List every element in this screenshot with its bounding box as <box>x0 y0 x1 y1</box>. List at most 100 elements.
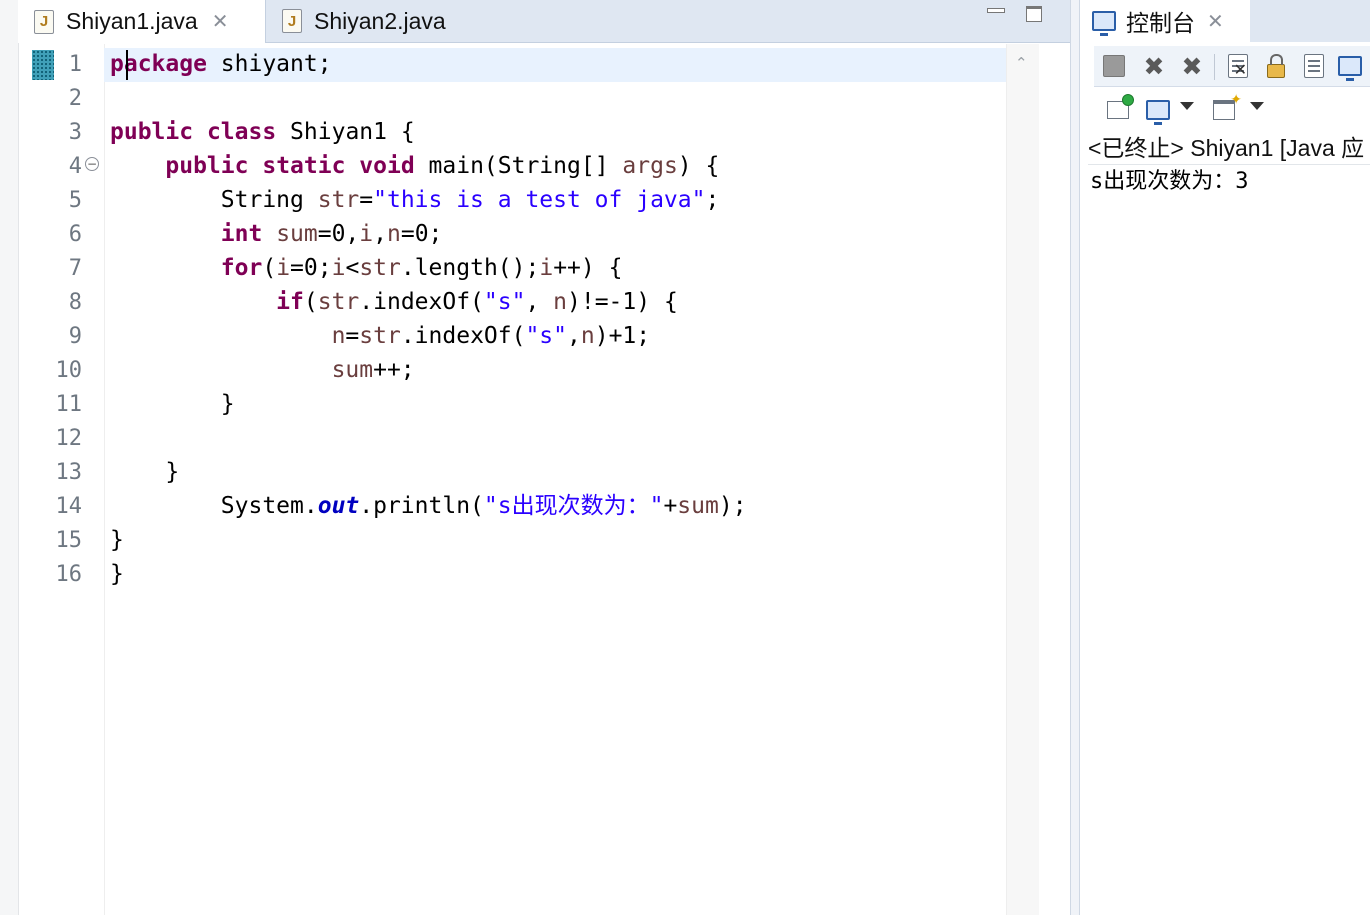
tab-label: Shiyan1.java <box>66 8 198 34</box>
code-token: = <box>359 187 374 213</box>
code-token: shiyant; <box>206 51 332 77</box>
code-token-kw: void <box>359 153 415 179</box>
line-number: 12 <box>55 426 83 451</box>
code-token-str: "this is a test of java" <box>373 187 706 213</box>
code-token-str: "s出现次数为：" <box>483 493 664 519</box>
fold-collapse-icon[interactable]: − <box>85 157 99 171</box>
remove-all-terminated-icon[interactable]: ✖ <box>1176 50 1208 82</box>
code-token: ); <box>718 493 747 519</box>
clear-console-icon[interactable]: ✕ <box>1222 50 1254 82</box>
remove-launch-icon[interactable]: ✖ <box>1138 50 1170 82</box>
line-number: 9 <box>68 324 82 349</box>
tab-shiyan1-java[interactable]: J Shiyan1.java ✕ <box>18 0 266 43</box>
code-token-var: i <box>359 221 374 247</box>
code-token: < <box>345 255 360 281</box>
stop-icon[interactable] <box>1098 50 1130 82</box>
code-token: ++) { <box>553 255 623 281</box>
console-toolbar-row-1: ✖ ✖ ✕ <box>1094 46 1370 87</box>
console-output[interactable]: s出现次数为：3 <box>1090 166 1249 198</box>
java-file-icon: J <box>34 9 54 34</box>
java-file-icon: J <box>282 9 302 33</box>
code-token: ( <box>262 255 277 281</box>
display-selected-console-icon[interactable] <box>1142 94 1174 126</box>
code-token: ( <box>303 289 318 315</box>
line-number: 10 <box>55 358 83 383</box>
code-token: , <box>525 289 554 315</box>
code-editor[interactable]: package shiyant;​public class Shiyan1 { … <box>104 44 1006 915</box>
code-line: public class Shiyan1 { <box>110 112 747 146</box>
code-token: + <box>663 493 678 519</box>
code-token-var: n <box>387 221 401 247</box>
code-line: for(i=0;i<str.length();i++) { <box>110 248 747 282</box>
close-tab-icon[interactable]: ✕ <box>1207 9 1224 34</box>
code-token: } <box>110 459 180 485</box>
code-token: , <box>373 221 387 247</box>
line-number: 3 <box>68 120 82 145</box>
line-number: 1 <box>68 52 82 77</box>
code-token: ; <box>705 187 720 213</box>
code-token-var: args <box>622 153 678 179</box>
code-token-kw: for <box>220 255 263 281</box>
maximize-editor-icon[interactable] <box>1026 6 1046 24</box>
code-token-var: i <box>539 255 554 281</box>
console-process-title: <已终止> Shiyan1 [Java 应 <box>1088 132 1370 165</box>
editor-gutter: 1 2 3 4 5 6 7 8 9 10 11 12 13 14 15 16 − <box>26 44 105 915</box>
line-number: 2 <box>68 86 82 111</box>
code-token-kw: class <box>206 119 277 145</box>
code-line: package shiyant; <box>110 44 747 78</box>
left-trim-strip <box>0 0 19 915</box>
code-token: String <box>110 187 318 213</box>
editor-vertical-scrollbar[interactable]: ⌃ <box>1006 44 1039 915</box>
tab-console[interactable]: 控制台 ✕ <box>1080 0 1250 42</box>
open-console-icon[interactable] <box>1208 92 1242 126</box>
code-token-kw: int <box>220 221 263 247</box>
toolbar-separator <box>1214 54 1215 80</box>
code-token: .indexOf( <box>400 323 526 349</box>
code-token-var: n <box>331 323 346 349</box>
scroll-up-icon[interactable]: ⌃ <box>1015 56 1029 71</box>
code-line: n=str.indexOf("s",n)+1; <box>110 316 747 350</box>
word-wrap-icon[interactable] <box>1298 50 1330 82</box>
line-number: 13 <box>55 460 83 485</box>
code-token-var: i <box>276 255 291 281</box>
pane-splitter[interactable] <box>1070 0 1080 915</box>
code-token-var: str <box>359 255 401 281</box>
code-token: =0; <box>290 255 332 281</box>
code-token-var: sum <box>276 221 318 247</box>
code-token-kw: public <box>110 119 194 145</box>
code-line: int sum=0,i,n=0; <box>110 214 747 248</box>
chevron-down-icon[interactable] <box>1180 102 1194 110</box>
scroll-lock-icon[interactable] <box>1260 50 1292 82</box>
minimize-editor-icon[interactable] <box>986 6 1006 24</box>
line-number: 15 <box>55 528 83 553</box>
line-number: 16 <box>55 562 83 587</box>
display-console-icon[interactable] <box>1334 50 1366 82</box>
tab-shiyan2-java[interactable]: J Shiyan2.java <box>266 0 506 42</box>
code-token: , <box>567 323 581 349</box>
code-line: ​ <box>110 418 747 452</box>
editor-tab-bar: J Shiyan1.java ✕ J Shiyan2.java <box>18 0 1070 43</box>
code-line: sum++; <box>110 350 747 384</box>
code-line: if(str.indexOf("s", n)!=-1) { <box>110 282 747 316</box>
close-tab-icon[interactable]: ✕ <box>212 9 229 34</box>
text-caret <box>126 50 128 80</box>
code-line: } <box>110 554 747 588</box>
pin-console-icon[interactable] <box>1102 94 1134 126</box>
console-pane: 控制台 ✕ ✖ ✖ ✕ <已终止> Shiya <box>1080 0 1370 915</box>
code-token: main(String[] <box>414 153 623 179</box>
line-number: 4 <box>68 154 82 179</box>
chevron-down-icon[interactable] <box>1250 102 1264 110</box>
editor-pane: J Shiyan1.java ✕ J Shiyan2.java 12345678… <box>0 0 1070 915</box>
code-token-var: n <box>553 289 568 315</box>
code-token: .length(); <box>400 255 540 281</box>
code-token: =0; <box>400 221 443 247</box>
console-toolbar-row-2 <box>1094 90 1370 130</box>
line-number: 5 <box>68 188 82 213</box>
line-number: 11 <box>55 392 83 417</box>
code-line: System.out.println("s出现次数为："+sum); <box>110 486 747 520</box>
code-token-var: str <box>317 289 360 315</box>
code-token-var: sum <box>331 357 374 383</box>
console-output-line: s出现次数为：3 <box>1090 169 1249 194</box>
